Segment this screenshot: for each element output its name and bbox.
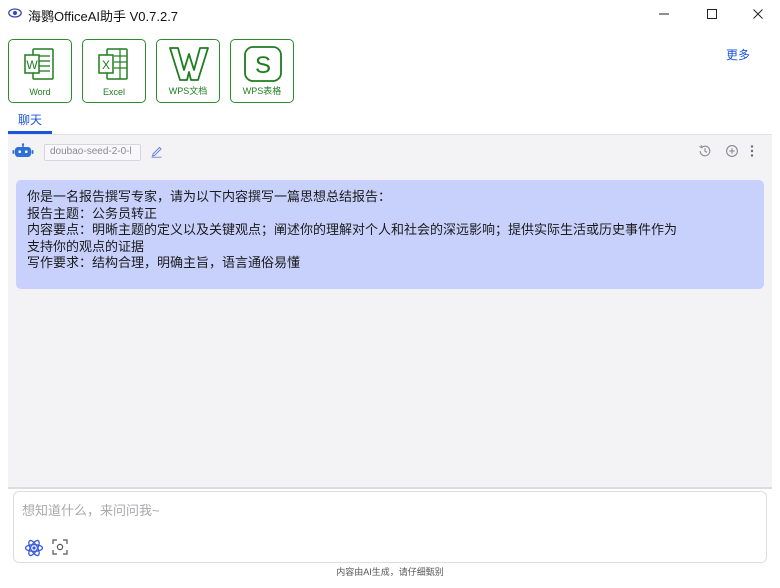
message-line: 写作要求：结构合理，明确主旨，语言通俗易懂 [27,255,301,270]
wps-doc-icon [169,47,209,81]
eye-logo-icon [8,8,22,18]
maximize-button[interactable] [689,0,735,28]
new-chat-icon[interactable] [725,144,739,158]
input-divider [8,487,772,489]
title-bar: 海鹦OfficeAI助手 V0.7.2.7 [0,0,780,28]
more-link[interactable]: 更多 [726,46,750,63]
message-line: 报告主题：公务员转正 [27,205,158,221]
message-line: 支持你的观点的证据 [27,238,145,254]
wps-sheet-icon: S [244,46,282,82]
message-line: 内容要点：明晰主题的定义以及关键观点；阐述你的理解对个人和社会的深远影响；提供实… [27,222,678,237]
word-app-button[interactable]: W Word [8,39,72,103]
excel-icon: X [98,48,128,80]
atom-icon[interactable] [24,538,44,558]
ai-disclaimer: 内容由AI生成，请仔细甄别 [336,567,444,577]
more-icon[interactable] [749,144,755,158]
minimize-button[interactable] [641,0,687,28]
wps-sheet-label: WPS表格 [242,86,282,96]
history-icon[interactable] [698,144,712,158]
wps-sheet-app-button[interactable]: S WPS表格 [230,39,294,103]
minimize-icon [659,13,669,15]
chat-input-box [13,491,767,563]
maximize-icon [707,9,717,19]
excel-label: Excel [102,87,125,97]
edit-icon[interactable] [150,144,163,158]
wps-doc-app-button[interactable]: WPS文档 [156,39,220,103]
word-icon: W [24,48,54,80]
model-selector[interactable]: doubao-seed-2-0-l [44,144,141,161]
svg-text:S: S [255,52,271,79]
close-icon [753,9,763,19]
excel-app-button[interactable]: X Excel [82,39,146,103]
window-title: 海鹦OfficeAI助手 V0.7.2.7 [28,9,179,24]
user-message-bubble: 你是一名报告撰写专家，请为以下内容撰写一篇思想总结报告： 报告主题：公务员转正 … [16,180,764,289]
scan-icon[interactable] [52,539,68,555]
wps-doc-label: WPS文档 [168,86,208,96]
chat-input[interactable] [22,500,752,520]
svg-text:X: X [102,58,110,72]
tab-chat-label: 聊天 [17,113,42,127]
bot-icon [12,143,34,157]
message-line: 你是一名报告撰写专家，请为以下内容撰写一篇思想总结报告： [27,189,392,204]
word-label: Word [29,87,51,97]
svg-text:W: W [26,58,38,72]
close-button[interactable] [735,0,780,28]
chat-panel: doubao-seed-2-0-l 你是一名报告撰写专家，请为以下内容撰写一篇思… [8,135,772,487]
